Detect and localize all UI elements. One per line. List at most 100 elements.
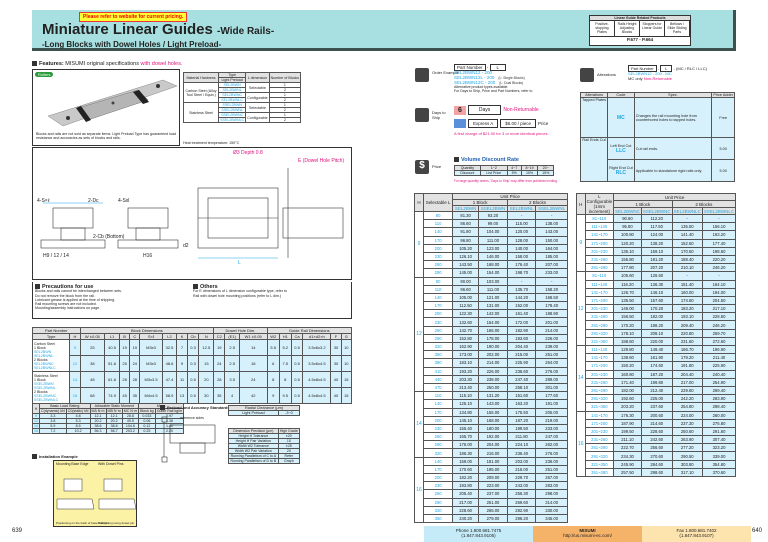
h-cell: 9 [576,213,586,273]
material-cell: Carbon Steel (Alloy Tool Steel / Equiv.) [182,82,220,103]
related-item[interactable]: Stoppers for Linear Guide [640,21,665,36]
td: 61.6 [104,371,120,388]
features-label: Features: [39,61,64,67]
type-p2b: SSEL2BWNLC [34,397,59,402]
table-row: 321~350 245.90 284.60 303.80 354.80 [577,459,737,469]
td: 11 [176,371,188,388]
td: 24 [129,355,141,372]
table-row: Rail Ends Cut Left End Cut LLC Cut rail end… [579,137,735,182]
td: 0.5 [290,387,304,404]
technical-drawing [40,168,344,259]
part-cell: SSEL2BWN [218,102,247,108]
td: 201~230 [584,246,615,256]
td: 226.00 [478,366,508,376]
h-cell: 14 [576,345,586,412]
td: 18 [238,355,268,372]
td: 217.00 [452,497,479,507]
td: 242.60 [640,435,673,445]
td: 196.90 [701,344,737,355]
td: 115.10 [452,391,479,401]
express-row[interactable]: Express A $6.00 / piece Price [454,119,548,128]
drawing-label: d2 [183,243,189,249]
table-row: 351~380 257.50 298.60 317.10 370.60 [577,467,737,478]
table-row: 110 86.60 99.00 115.00 138.00 [415,219,568,229]
td: 351~380 [584,467,615,478]
website-link[interactable]: http://us.misumi-ec.com/ [563,533,612,538]
table-row: 260 142.70 166.00 182.90 214.00 [415,325,568,335]
code: RLC [615,169,627,176]
td: 272.60 [701,336,737,347]
td: 9 [69,339,81,356]
td: 86.60 [452,219,479,229]
express-option[interactable]: Express A [468,119,499,128]
drawing-label: L [238,260,241,266]
td: 110 [422,391,454,401]
td: 225.90 [506,358,537,368]
table-row: 231~260 211.10 242.60 263.90 307.40 [577,435,737,445]
td: 250.60 [671,426,703,437]
title-main: Miniature Linear Guides [42,21,213,38]
td: 193.10 [671,312,703,322]
table-row: 440 203.30 238.00 247.40 289.00 [415,374,568,384]
td: 48.6 [161,355,178,372]
express-note: Price [538,121,549,126]
td: 121.00 [478,292,508,303]
table-row: 321~350 188.60 220.00 231.60 272.60 [577,336,737,347]
code: LLC [616,147,626,154]
td: 201~230 [584,304,615,314]
phone-box: Phone 1.800.681.7475 (1.847.843.9105) [424,526,533,542]
related-item[interactable]: Rails Height Adjusting Blocks [615,21,640,36]
td: 187.90 [613,418,642,428]
table-row: 291~320 192.60 225.00 242.20 283.90 [577,394,737,404]
page-subtitle: -Long Blocks with Dowel Holes / Light Pr… [42,40,222,49]
table-row: Height H Pair Variation 15 [228,438,301,444]
td: 126.70 [613,287,642,297]
type-cell: Stainless Steel 1 Block SSEL2BWN SSEL2BWNL 2… [31,371,71,404]
td: 30 [330,355,342,372]
linear-guide-photo [47,79,178,127]
td: 370.60 [701,467,737,478]
td: 198.20 [640,320,673,330]
related-item[interactable]: Positive-stopping Plates [590,21,615,36]
td: 230 [422,423,454,434]
precautions: Precautions for use Blocks and rails can… [32,282,352,319]
title-suffix: -Wide Rails- [217,26,275,37]
td: 140.00 [506,243,537,253]
table-row: 201~230 199.50 228.60 250.60 291.60 [577,426,737,437]
td: 140 [422,227,454,237]
td: 162.90 [452,341,479,352]
td: 170.20 [613,320,642,330]
price-label: Price [432,164,442,169]
td: 181.20 [640,254,673,265]
table-row: 170 134.80 155.00 175.50 205.00 [415,407,568,417]
td: 228.60 [701,312,737,322]
td: 68 [79,387,106,404]
mounting-illustration: Mounting Base Edge With Dowel Pins Posit… [53,460,137,527]
td: 258.10 [506,382,537,393]
price-table-selectable: H Selectable L Unit Price 1 Block 2 Blocks … [414,193,569,524]
td: 317.10 [671,467,703,478]
table-row: 141~170 139.60 161.90 179.20 211.40 [577,353,737,363]
td: - [506,210,537,221]
td: 154.00 [478,317,508,327]
td: 276.00 [535,448,568,458]
table-row: 261~290 177.80 207.20 210.10 246.20 [577,263,737,273]
drawing-label: 4-S×ℓ [37,198,50,204]
part-cell: SSEL2BWNLC [218,117,247,123]
dimension-table: Part Number Block Dimensions Dowel Hole Di… [31,327,353,404]
related-item[interactable]: Bellows / Slide Sliding Parts [665,21,690,36]
td: 111~140 [584,222,615,232]
table-row: 410 193.20 226.00 236.60 276.00 [415,366,568,376]
part-cell: SSEL2BWNC [218,112,247,118]
td: 251.00 [535,350,568,360]
related-products-box[interactable]: Linear Guide Related Products Positive-s… [589,15,691,46]
alterations-icon [580,68,594,82]
td: 140 [422,399,454,409]
misumi-box[interactable]: MISUMI http://us.misumi-ec.com/ [533,526,642,542]
td: 291~320 [584,328,615,338]
table-row: 260 143.50 168.00 176.40 207.00 [415,260,568,270]
td: 164.00 [535,243,568,253]
table-row: 12 81~110 105.60 126.60- - [576,271,737,346]
th: MB N·m [105,408,123,414]
td: Running Parallelism of C to A [228,453,279,459]
